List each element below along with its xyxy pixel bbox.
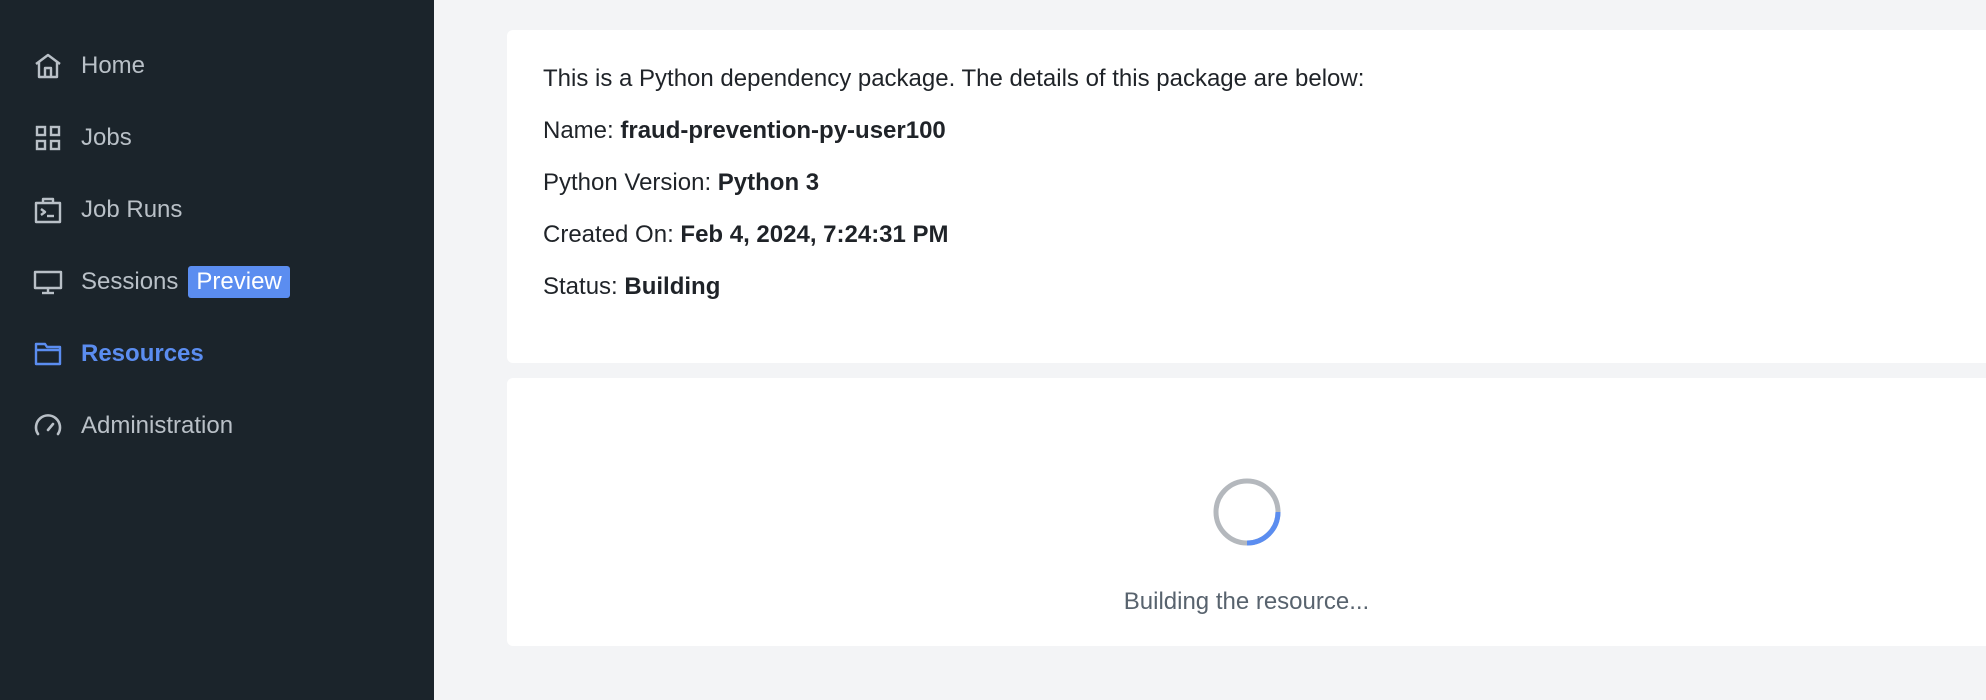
package-name-label: Name:: [543, 117, 621, 144]
python-version-label: Python Version:: [543, 169, 718, 196]
preview-badge: Preview: [188, 266, 290, 298]
python-version-value: Python 3: [717, 169, 820, 196]
sidebar-item-label: Sessions: [81, 268, 179, 295]
terminal-icon: [32, 194, 64, 226]
created-on-label: Created On:: [543, 221, 681, 248]
package-name-row: Name: fraud-prevention-py-user100: [543, 116, 1950, 146]
created-on-row: Created On: Feb 4, 2024, 7:24:31 PM: [543, 220, 1950, 250]
sidebar-item-label: Jobs: [81, 124, 132, 151]
package-intro: This is a Python dependency package. The…: [543, 65, 1365, 92]
gauge-icon: [32, 410, 64, 442]
sidebar-item-jobs[interactable]: Jobs: [0, 102, 434, 174]
created-on-value: Feb 4, 2024, 7:24:31 PM: [680, 221, 949, 248]
spinner-icon: [1213, 478, 1280, 546]
grid-icon: [32, 122, 64, 154]
main-content: This is a Python dependency package. The…: [434, 0, 1986, 700]
sidebar: Home Jobs Job Runs Sessions Preview Reso…: [0, 0, 434, 700]
sidebar-item-sessions[interactable]: Sessions Preview: [0, 246, 434, 318]
package-name-value: fraud-prevention-py-user100: [620, 117, 946, 144]
status-row: Status: Building: [543, 272, 1950, 302]
sidebar-item-job-runs[interactable]: Job Runs: [0, 174, 434, 246]
monitor-icon: [32, 266, 64, 298]
loading-indicator: Building the resource...: [507, 476, 1986, 616]
sidebar-item-label: Administration: [81, 412, 234, 439]
sidebar-item-administration[interactable]: Administration: [0, 390, 434, 462]
sidebar-item-label: Home: [81, 52, 146, 79]
app-root: Home Jobs Job Runs Sessions Preview Reso…: [0, 0, 1986, 700]
build-status-message: Building the resource...: [1123, 588, 1370, 615]
sidebar-item-resources[interactable]: Resources: [0, 318, 434, 390]
sidebar-item-home[interactable]: Home: [0, 30, 434, 102]
sidebar-item-label: Job Runs: [81, 196, 183, 223]
home-icon: [32, 50, 64, 82]
status-label: Status:: [543, 273, 625, 300]
package-details-card: This is a Python dependency package. The…: [507, 30, 1986, 363]
status-value: Building: [624, 273, 721, 300]
sidebar-item-label: Resources: [81, 340, 204, 367]
folder-icon: [32, 338, 64, 370]
python-version-row: Python Version: Python 3: [543, 168, 1950, 198]
build-status-card: Building the resource...: [507, 378, 1986, 646]
